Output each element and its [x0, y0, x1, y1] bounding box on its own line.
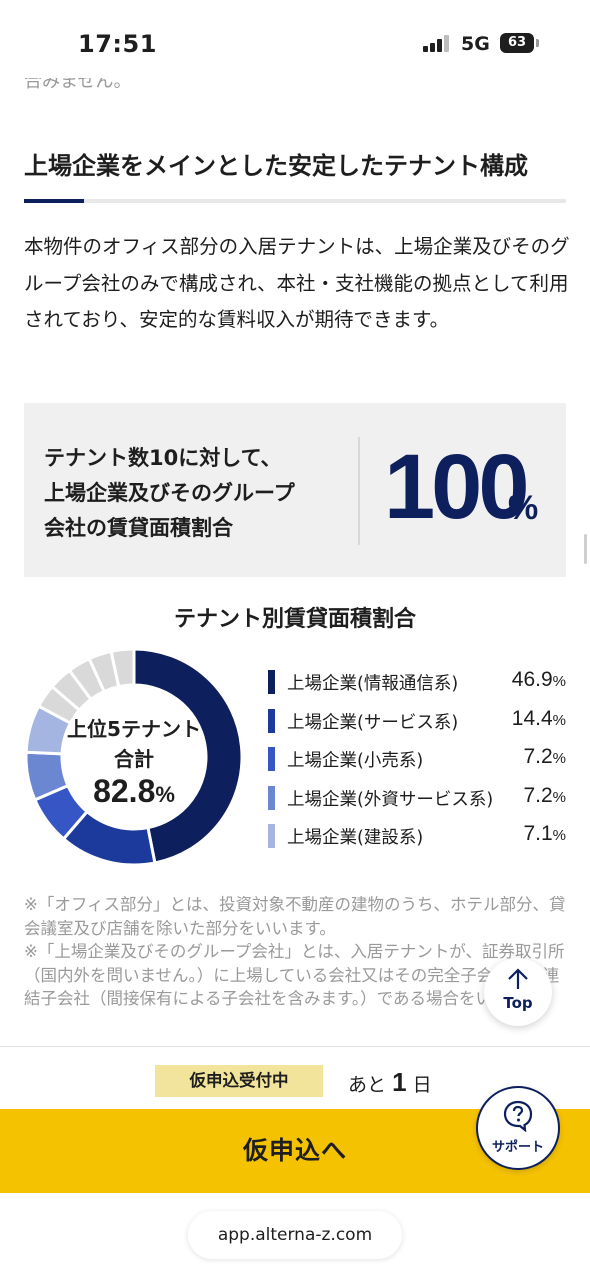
- legend-value-number: 14.4: [511, 706, 553, 730]
- stat-label-line1: テナント数10に対して、: [44, 446, 282, 470]
- donut-center: 上位5テナント 合計 82.8%: [24, 647, 244, 867]
- title-underline-accent: [24, 199, 84, 203]
- donut-center-label-1: 上位5テナント: [67, 717, 201, 741]
- donut-center-unit: %: [155, 782, 175, 807]
- footnote-1: ※「オフィス部分」とは、投資対象不動産の建物のうち、ホテル部分、貸会議室及び店舗…: [24, 895, 566, 938]
- status-bar: 17:51 5G 63: [0, 0, 590, 88]
- legend-value-number: 7.2: [523, 783, 553, 807]
- legend-swatch: [268, 670, 275, 694]
- application-status-badge: 仮申込受付中: [155, 1065, 323, 1097]
- legend-swatch: [268, 785, 275, 810]
- legend-swatch: [268, 708, 275, 733]
- stat-label-line2: 上場企業及びそのグループ: [44, 481, 295, 505]
- legend-value-number: 7.1: [523, 822, 553, 845]
- legend-swatch: [268, 824, 275, 848]
- status-time: 17:51: [78, 30, 157, 58]
- support-label: サポート: [491, 1140, 544, 1155]
- chart-title: テナント別賃貸面積割合: [173, 607, 416, 632]
- bottom-panel: 仮申込受付中 あと 1 日 仮申込へ サポート app.alterna-z.co…: [0, 1046, 590, 1281]
- remaining-days: あと 1 日: [348, 1067, 432, 1098]
- legend-item: 上場企業(建設系) 7.1%: [268, 822, 568, 861]
- legend-item: 上場企業(小売系) 7.2%: [268, 745, 568, 784]
- stat-label: テナント数10に対して、 上場企業及びそのグループ 会社の賃貸面積割合: [44, 441, 344, 546]
- stat-value: 100: [384, 436, 529, 538]
- legend-value-unit: %: [552, 673, 566, 690]
- stat-unit: %: [508, 489, 539, 527]
- scroll-top-button[interactable]: Top: [484, 958, 552, 1026]
- remaining-suffix: 日: [412, 1074, 432, 1096]
- legend-label: 上場企業(小売系): [287, 751, 424, 771]
- legend-value-unit: %: [552, 827, 566, 844]
- help-bubble-icon: [503, 1100, 533, 1132]
- legend-value-unit: %: [552, 788, 566, 806]
- legend-swatch: [268, 747, 275, 771]
- legend-label: 上場企業(サービス系): [287, 712, 459, 733]
- legend-value: 7.1%: [523, 822, 566, 846]
- stat-box: テナント数10に対して、 上場企業及びそのグループ 会社の賃貸面積割合 100 …: [24, 403, 566, 577]
- network-type: 5G: [461, 33, 490, 55]
- legend-value: 46.9%: [512, 668, 566, 692]
- battery-tip: [536, 39, 539, 47]
- legend-value: 14.4%: [512, 707, 566, 731]
- donut-center-label-2: 合計: [114, 747, 154, 771]
- legend-value: 7.2%: [523, 745, 566, 769]
- chart-legend: 上場企業(情報通信系) 46.9% 上場企業(サービス系) 14.4% 上場企業(小売系…: [268, 668, 568, 861]
- remaining-number: 1: [392, 1067, 407, 1097]
- legend-label: 上場企業(情報通信系): [287, 674, 459, 694]
- legend-label: 上場企業(外資サービス系): [287, 789, 494, 810]
- stat-label-line3: 会社の賃貸面積割合: [44, 516, 233, 540]
- section-title: 上場企業をメインとした安定したテナント構成: [24, 152, 528, 180]
- battery-icon: 63: [500, 33, 534, 53]
- title-underline: [24, 199, 566, 203]
- donut-center-value: 82.8%: [24, 773, 244, 810]
- legend-item: 上場企業(情報通信系) 46.9%: [268, 668, 568, 707]
- remaining-prefix: あと: [348, 1074, 387, 1096]
- donut-center-number: 82.8: [93, 773, 156, 809]
- support-button[interactable]: サポート: [476, 1086, 560, 1170]
- legend-value-unit: %: [552, 711, 566, 729]
- truncated-text-label: 合みません。: [24, 78, 132, 92]
- legend-value-unit: %: [552, 750, 566, 767]
- legend-item: 上場企業(外資サービス系) 7.2%: [268, 784, 568, 823]
- legend-item: 上場企業(サービス系) 14.4%: [268, 707, 568, 746]
- legend-value-number: 7.2: [523, 745, 553, 768]
- legend-value-number: 46.9: [511, 668, 553, 691]
- url-bar[interactable]: app.alterna-z.com: [188, 1211, 402, 1259]
- signal-icon: [423, 34, 455, 52]
- arrow-up-icon: [508, 968, 528, 989]
- scroll-top-label: Top: [503, 994, 533, 1012]
- description-text: 本物件のオフィス部分の入居テナントは、上場企業及びそのグループ会社のみで構成され…: [24, 235, 570, 331]
- truncated-text: 合みません。: [24, 78, 131, 98]
- legend-value: 7.2%: [523, 784, 566, 808]
- scroll-indicator: [584, 534, 587, 564]
- stat-divider: [358, 437, 360, 545]
- legend-label: 上場企業(建設系): [287, 828, 424, 848]
